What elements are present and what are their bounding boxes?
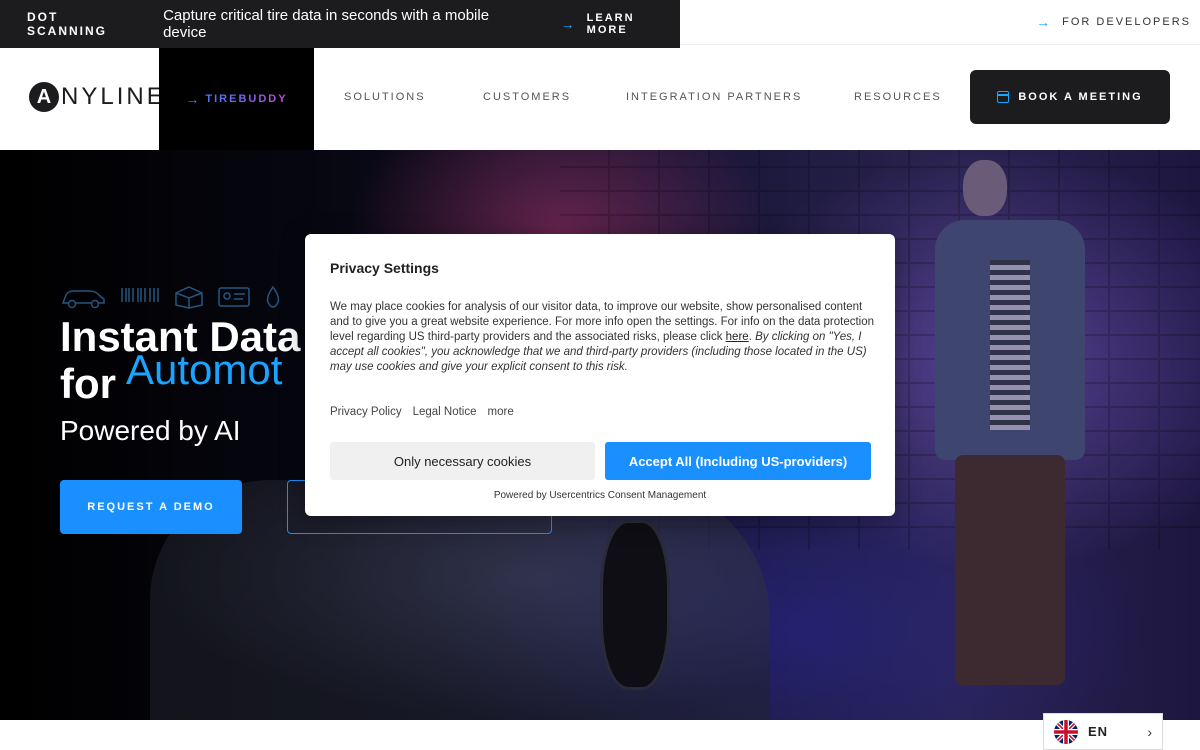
dialog-body: We may place cookies for analysis of our…: [330, 300, 875, 375]
hero-feature-icons: [60, 285, 282, 309]
nav-item-solutions[interactable]: SOLUTIONS: [344, 91, 426, 103]
arrow-right-icon: →: [1036, 14, 1053, 30]
here-link[interactable]: here: [726, 331, 749, 343]
tirebuddy-label: TIREBUDDY: [205, 93, 288, 105]
only-necessary-cookies-button[interactable]: Only necessary cookies: [330, 442, 595, 480]
arrow-right-icon: →: [560, 16, 577, 32]
logo-word: NYLINE: [61, 83, 166, 110]
legal-notice-link[interactable]: Legal Notice: [413, 406, 477, 418]
powered-by-usercentrics: Powered by Usercentrics Consent Manageme…: [493, 490, 707, 501]
dialog-links: Privacy Policy Legal Notice more: [330, 406, 514, 418]
book-meeting-button[interactable]: BOOK A MEETING: [970, 70, 1170, 124]
more-link[interactable]: more: [488, 406, 514, 418]
hero-title-highlight: Automot: [126, 346, 283, 393]
main-nav: A NYLINE → TIREBUDDY SOLUTIONS CUSTOMERS…: [0, 48, 1200, 150]
hero-title-for: for: [60, 360, 116, 407]
language-label: EN: [1088, 724, 1109, 739]
for-developers-link[interactable]: → FOR DEVELOPERS: [1036, 14, 1191, 30]
accept-all-cookies-button[interactable]: Accept All (Including US-providers): [605, 442, 871, 480]
hero-title-line2: for Automot: [60, 348, 282, 407]
for-developers-label: FOR DEVELOPERS: [1062, 16, 1191, 28]
logo-mark: A: [29, 82, 59, 112]
barcode-icon: [121, 288, 159, 302]
uk-flag-icon: [1054, 719, 1078, 744]
learn-more-label: LEARN MORE: [586, 12, 635, 36]
drop-icon: [266, 285, 280, 308]
car-wheel: [600, 520, 670, 690]
nav-item-tirebuddy[interactable]: → TIREBUDDY: [159, 48, 314, 150]
promo-tag: DOT SCANNING: [27, 10, 108, 38]
anyline-logo[interactable]: A NYLINE: [29, 82, 166, 112]
nav-item-customers[interactable]: CUSTOMERS: [483, 91, 571, 103]
book-meeting-label: BOOK A MEETING: [1018, 91, 1143, 103]
dialog-title: Privacy Settings: [330, 260, 439, 276]
id-card-icon: [218, 287, 250, 307]
request-demo-button[interactable]: REQUEST A DEMO: [60, 480, 242, 534]
nav-item-integration-partners[interactable]: INTEGRATION PARTNERS: [626, 91, 802, 103]
learn-more-link[interactable]: → LEARN MORE: [561, 12, 680, 36]
calendar-icon: [997, 91, 1010, 103]
chevron-right-icon: ›: [1147, 723, 1152, 740]
language-selector[interactable]: EN ›: [1043, 713, 1163, 750]
top-bar: DOT SCANNING Capture critical tire data …: [0, 0, 1200, 48]
arrow-right-icon: →: [185, 91, 200, 107]
promo-banner: DOT SCANNING Capture critical tire data …: [0, 0, 680, 48]
promo-text: Capture critical tire data in seconds wi…: [163, 7, 490, 41]
box-icon: [175, 286, 203, 309]
nav-item-resources[interactable]: RESOURCES: [854, 91, 942, 103]
privacy-settings-dialog: Privacy Settings We may place cookies fo…: [305, 234, 895, 516]
page-bottom-strip: [0, 720, 1200, 750]
hero-subtitle: Powered by AI: [60, 415, 241, 446]
car-icon: [61, 290, 105, 309]
person-figure: [935, 160, 1115, 700]
privacy-policy-link[interactable]: Privacy Policy: [330, 406, 402, 418]
